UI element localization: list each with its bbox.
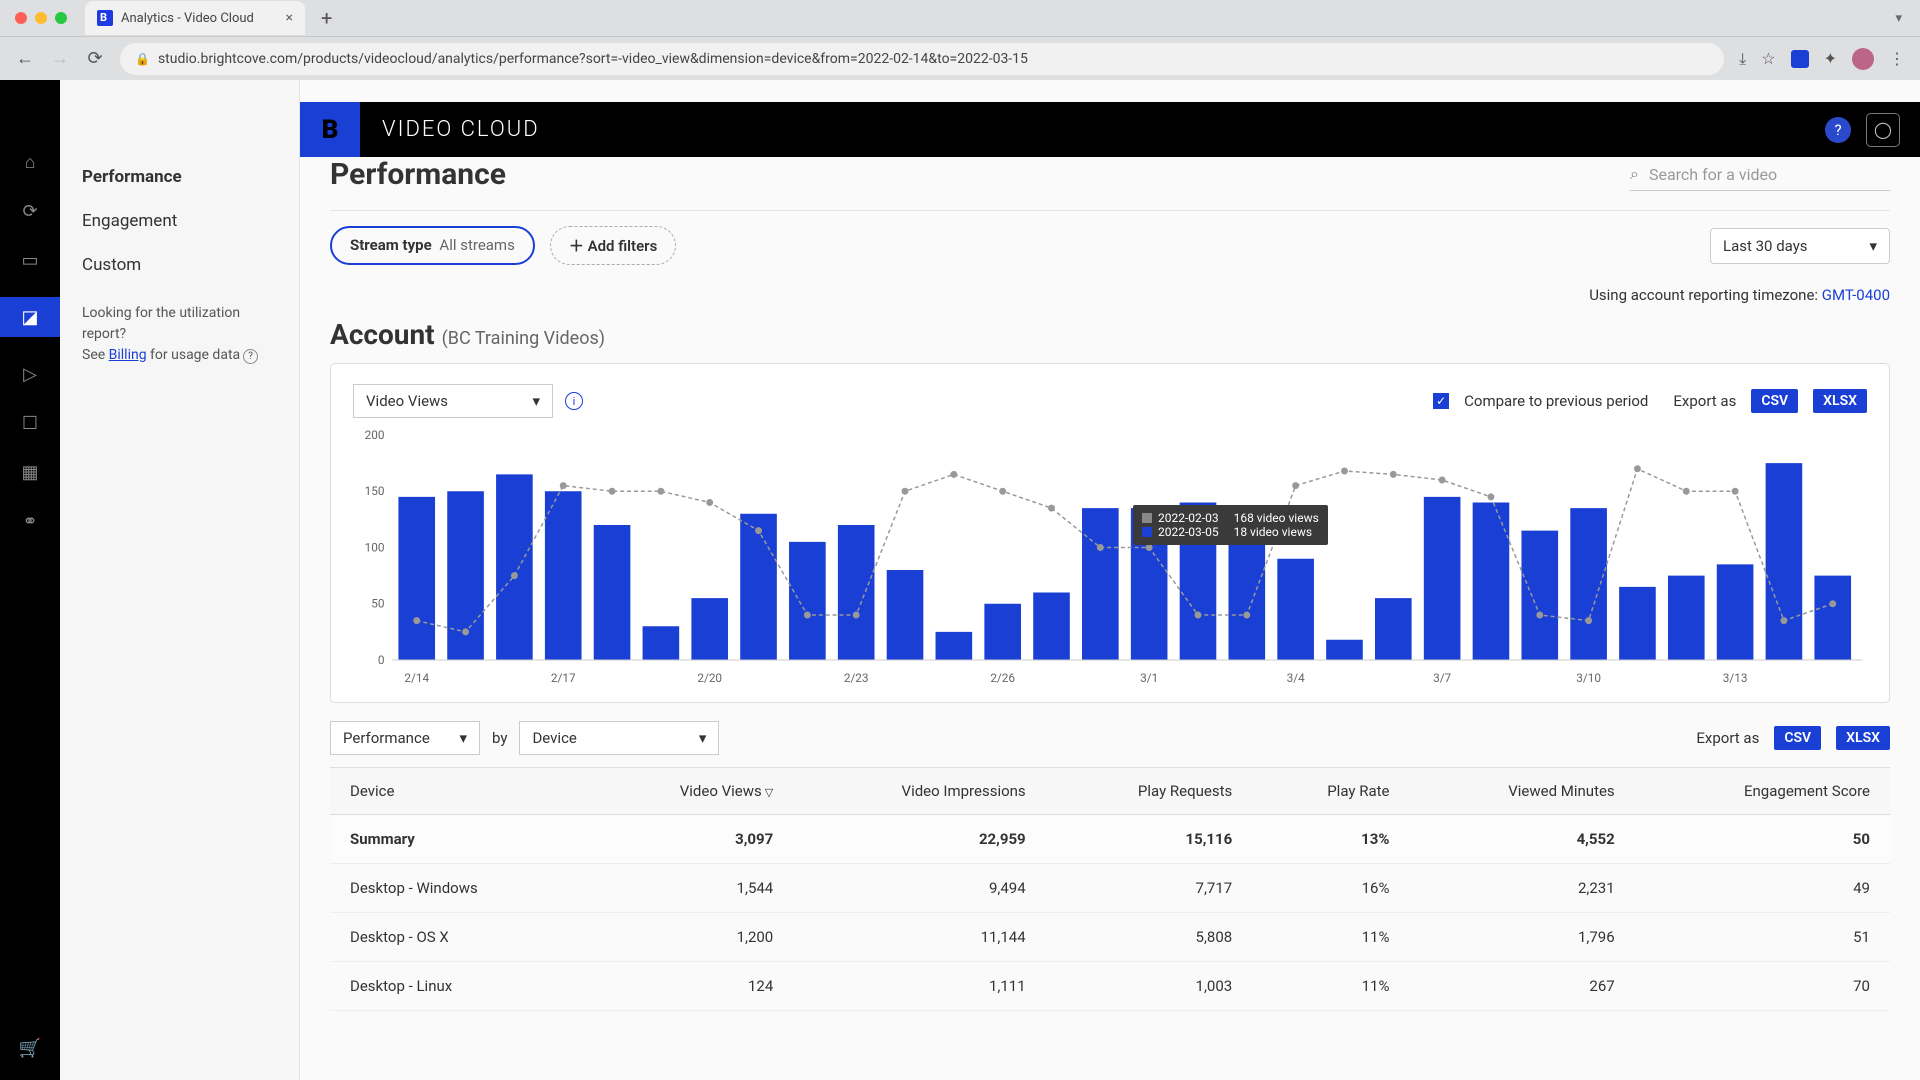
- compare-checkbox[interactable]: ✓: [1433, 393, 1449, 409]
- nav-engagement[interactable]: Engagement: [82, 199, 277, 243]
- user-menu-button[interactable]: ◯: [1866, 113, 1900, 147]
- chevron-down-icon[interactable]: ▾: [1895, 11, 1902, 26]
- svg-text:200: 200: [365, 430, 385, 442]
- svg-text:2/20: 2/20: [697, 671, 722, 685]
- search-input[interactable]: ⌕ Search for a video: [1630, 158, 1890, 191]
- icon-rail: ⌂ ⟳ ▭ ◪ ▷ ☐ ▦ ⚭ 🛒: [0, 80, 60, 1080]
- svg-text:3/1: 3/1: [1140, 671, 1158, 685]
- export-label: Export as: [1696, 729, 1759, 747]
- app-header: B VIDEO CLOUD ? ◯: [300, 102, 1920, 157]
- export-xlsx-button[interactable]: XLSX: [1813, 389, 1867, 413]
- table-row[interactable]: Desktop - Linux1241,1111,00311%26770: [330, 962, 1890, 1011]
- analytics-icon[interactable]: ◪: [0, 297, 60, 337]
- svg-text:3/10: 3/10: [1576, 671, 1601, 685]
- col-4[interactable]: Play Rate: [1252, 768, 1409, 815]
- forward-button[interactable]: →: [50, 49, 70, 69]
- ext-icon[interactable]: [1791, 50, 1809, 68]
- page-title: Performance: [330, 157, 506, 192]
- table-export-xlsx-button[interactable]: XLSX: [1836, 726, 1890, 750]
- compare-label: Compare to previous period: [1464, 392, 1648, 410]
- svg-text:2/26: 2/26: [990, 671, 1015, 685]
- chevron-down-icon: ▾: [699, 729, 707, 747]
- url-text: studio.brightcove.com/products/videoclou…: [158, 51, 1028, 67]
- back-button[interactable]: ←: [15, 49, 35, 69]
- col-1[interactable]: Video Views▽: [588, 768, 793, 815]
- side-panel: Performance Engagement Custom Looking fo…: [60, 80, 300, 1080]
- svg-text:2/14: 2/14: [404, 671, 429, 685]
- upload-icon[interactable]: ⟳: [18, 199, 42, 223]
- table-row[interactable]: Summary3,09722,95915,11613%4,55250: [330, 815, 1890, 864]
- table-row[interactable]: Desktop - Windows1,5449,4947,71716%2,231…: [330, 864, 1890, 913]
- svg-text:50: 50: [371, 597, 384, 611]
- users-icon[interactable]: ⚭: [18, 509, 42, 533]
- new-tab-button[interactable]: +: [321, 6, 332, 30]
- star-icon[interactable]: ☆: [1761, 49, 1775, 68]
- table-export-csv-button[interactable]: CSV: [1774, 726, 1821, 750]
- chevron-down-icon: ▾: [532, 392, 540, 410]
- svg-text:100: 100: [365, 540, 385, 554]
- chevron-down-icon: ▾: [459, 729, 467, 747]
- home-icon[interactable]: ⌂: [18, 150, 42, 174]
- url-field[interactable]: 🔒 studio.brightcove.com/products/videocl…: [120, 43, 1724, 75]
- logo-mark[interactable]: B: [300, 102, 360, 157]
- help-icon[interactable]: ?: [243, 349, 258, 364]
- tab-title: Analytics - Video Cloud: [121, 11, 254, 26]
- chart-card: Video Views▾ i ✓ Compare to previous per…: [330, 363, 1890, 703]
- lock-icon: 🔒: [135, 52, 150, 66]
- main-content: B VIDEO CLOUD ? ◯ Performance ⌕ Search f…: [300, 80, 1920, 1080]
- browser-tab[interactable]: Analytics - Video Cloud ×: [85, 1, 305, 35]
- reload-button[interactable]: ⟳: [85, 49, 105, 69]
- svg-text:2/23: 2/23: [844, 671, 869, 685]
- svg-text:3/13: 3/13: [1723, 671, 1748, 685]
- performance-table: DeviceVideo Views▽Video ImpressionsPlay …: [330, 767, 1890, 1011]
- info-icon[interactable]: i: [565, 392, 583, 410]
- svg-text:3/7: 3/7: [1433, 671, 1451, 685]
- metric-select[interactable]: Video Views▾: [353, 384, 553, 418]
- puzzle-icon[interactable]: ✦: [1824, 49, 1837, 68]
- col-6[interactable]: Engagement Score: [1635, 768, 1890, 815]
- cart-icon[interactable]: 🛒: [18, 1036, 42, 1060]
- col-2[interactable]: Video Impressions: [793, 768, 1045, 815]
- chart-area[interactable]: 0 50 100 150 200 2/14 2/17 2/20 2/23 2/26 3/1 3/4 3/…: [353, 430, 1867, 690]
- timezone-note: Using account reporting timezone: GMT-04…: [330, 280, 1890, 318]
- browser-chrome: Analytics - Video Cloud × + ▾ ← → ⟳ 🔒 st…: [0, 0, 1920, 80]
- svg-text:150: 150: [365, 484, 385, 498]
- col-5[interactable]: Viewed Minutes: [1409, 768, 1634, 815]
- add-filters-button[interactable]: ＋ Add filters: [550, 226, 676, 265]
- chevron-down-icon: ▾: [1869, 237, 1877, 255]
- profile-avatar[interactable]: [1852, 48, 1874, 70]
- account-heading: Account (BC Training Videos): [330, 318, 1890, 363]
- svg-text:2/17: 2/17: [551, 671, 576, 685]
- video-icon[interactable]: ▭: [18, 248, 42, 272]
- stream-type-filter[interactable]: Stream type All streams: [330, 226, 535, 265]
- product-name: VIDEO CLOUD: [382, 117, 540, 142]
- table-dimension-select[interactable]: Device▾: [519, 721, 719, 755]
- plus-icon: ＋: [569, 237, 584, 255]
- svg-text:3/4: 3/4: [1287, 671, 1305, 685]
- favicon-icon: [97, 10, 113, 26]
- timezone-link[interactable]: GMT-0400: [1822, 286, 1890, 304]
- search-icon: ⌕: [1630, 164, 1639, 184]
- play-icon[interactable]: ▷: [18, 362, 42, 386]
- nav-performance[interactable]: Performance: [82, 155, 277, 199]
- help-text: Looking for the utilization report? See …: [82, 303, 277, 366]
- window-controls[interactable]: [15, 12, 67, 24]
- kebab-icon[interactable]: ⋮: [1889, 49, 1905, 68]
- col-3[interactable]: Play Requests: [1046, 768, 1253, 815]
- nav-custom[interactable]: Custom: [82, 243, 277, 287]
- export-label: Export as: [1673, 392, 1736, 410]
- date-range-select[interactable]: Last 30 days▾: [1710, 228, 1890, 264]
- table-row[interactable]: Desktop - OS X1,20011,1445,80811%1,79651: [330, 913, 1890, 962]
- tv-icon[interactable]: ☐: [18, 411, 42, 435]
- help-button[interactable]: ?: [1825, 117, 1851, 143]
- svg-text:0: 0: [378, 653, 385, 667]
- install-icon[interactable]: ⤓: [1739, 49, 1746, 69]
- export-csv-button[interactable]: CSV: [1751, 389, 1798, 413]
- col-0[interactable]: Device: [330, 768, 588, 815]
- close-icon[interactable]: ×: [286, 10, 293, 26]
- table-metric-select[interactable]: Performance▾: [330, 721, 480, 755]
- grid-icon[interactable]: ▦: [18, 460, 42, 484]
- billing-link[interactable]: Billing: [109, 347, 147, 363]
